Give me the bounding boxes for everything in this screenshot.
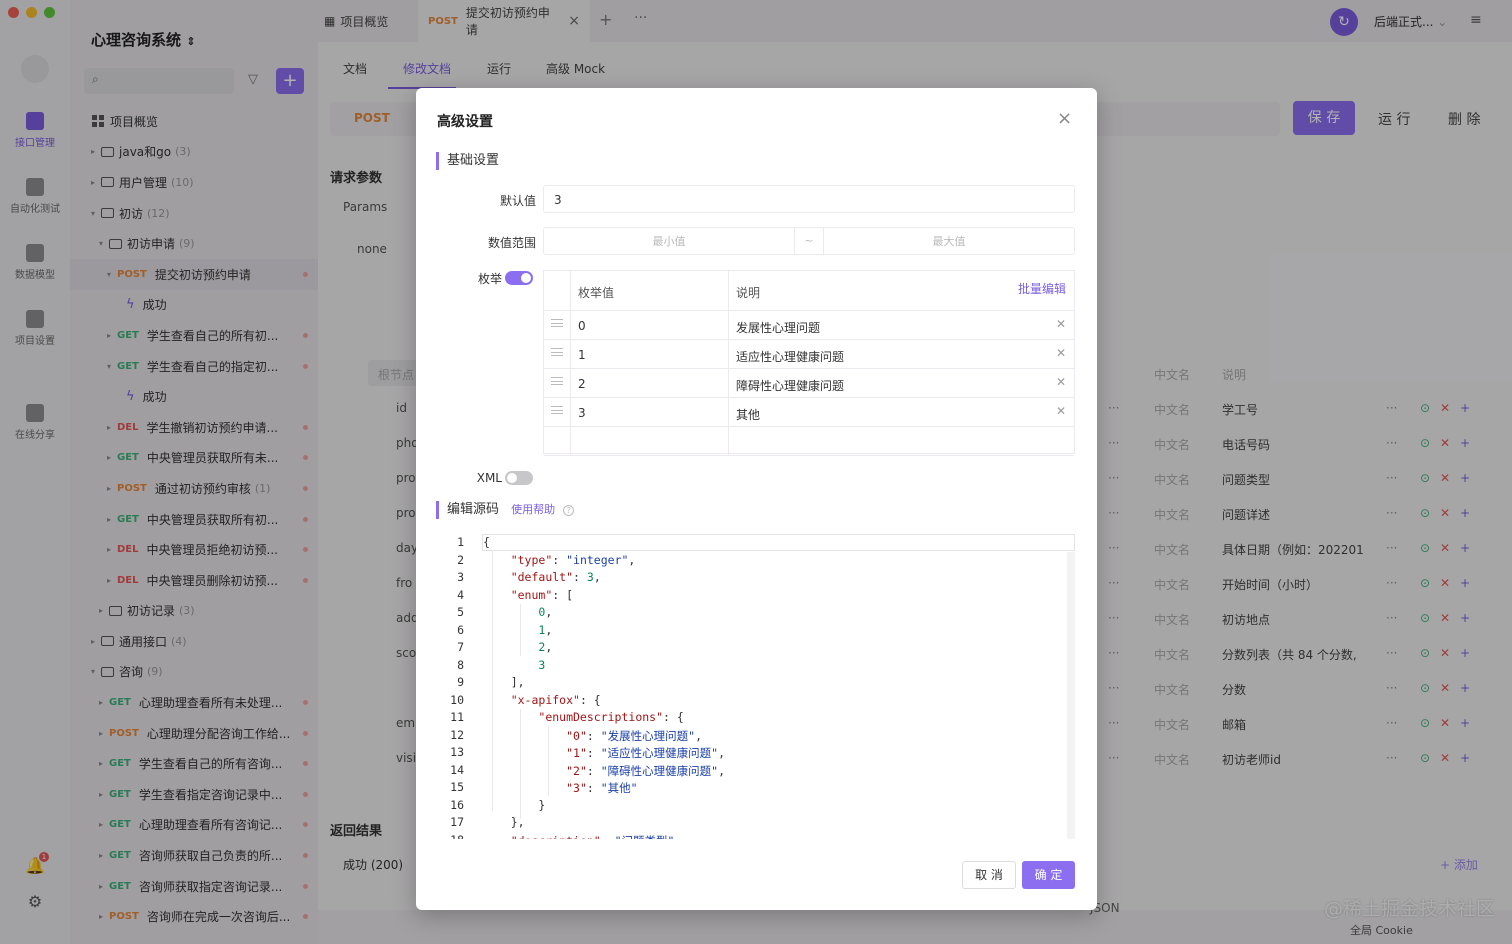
remove-enum-icon[interactable]: ✕ xyxy=(1056,375,1066,389)
code-line: }, xyxy=(483,815,525,829)
line-number: 5 xyxy=(457,605,464,619)
code-line: 2, xyxy=(538,640,553,654)
enum-row: 3 其他 ✕ xyxy=(544,398,1074,427)
code-line: "3": "其他" xyxy=(566,781,638,795)
xml-toggle[interactable] xyxy=(505,471,533,485)
enum-value-input[interactable]: 3 xyxy=(578,406,586,420)
line-number: 8 xyxy=(457,657,464,672)
max-value-input[interactable]: 最大值 xyxy=(824,233,1074,249)
column-header-value: 枚举值 xyxy=(578,286,615,300)
range-separator: ~ xyxy=(794,227,824,255)
enum-value-input[interactable]: 0 xyxy=(578,319,586,333)
code-line: 0, xyxy=(538,605,553,619)
code-line: "description": "问题类型" xyxy=(483,833,675,840)
source-code-editor[interactable]: 1 {2 "type": "integer", 3 "default": 3, 4 "… xyxy=(446,534,1075,839)
code-line: "2": "障碍性心理健康问题", xyxy=(566,763,726,778)
line-number: 6 xyxy=(457,622,464,637)
code-line: 1, xyxy=(538,622,553,637)
line-number: 2 xyxy=(457,552,464,567)
advanced-settings-dialog: 高级设置 × 基础设置 默认值 3 数值范围 最小值 ~ 最大值 枚举 枚举值 … xyxy=(416,88,1097,910)
code-line: ], xyxy=(483,675,525,689)
line-number: 14 xyxy=(450,762,464,777)
line-number: 11 xyxy=(450,710,464,724)
line-number: 15 xyxy=(450,780,464,794)
section-title: 基础设置 xyxy=(447,153,500,168)
close-icon[interactable]: × xyxy=(1057,108,1072,129)
range-label: 数值范围 xyxy=(487,236,536,250)
toggle-knob xyxy=(521,273,531,283)
enum-desc-input[interactable]: 障碍性心理健康问题 xyxy=(736,377,844,394)
code-line: "0": "发展性心理问题", xyxy=(566,728,703,743)
code-line: } xyxy=(483,797,546,812)
line-number: 4 xyxy=(457,587,464,602)
line-number: 7 xyxy=(457,640,464,654)
section-title: 编辑源码 xyxy=(447,502,500,517)
enum-label: 枚举 xyxy=(477,272,502,286)
enum-table: 枚举值 说明 批量编辑 0 发展性心理问题 ✕ 1 适应性心理健康问题 ✕ 2 障碍性心理健康… xyxy=(543,270,1075,456)
line-number: 12 xyxy=(450,727,464,742)
code-line: 3 xyxy=(538,657,546,672)
toggle-knob xyxy=(507,473,517,483)
editor-scrollbar[interactable] xyxy=(1067,552,1075,839)
line-number: 10 xyxy=(450,692,464,707)
range-inputs: 最小值 ~ 最大值 xyxy=(543,227,1075,255)
enum-toggle[interactable] xyxy=(505,271,533,285)
enum-value-input[interactable]: 1 xyxy=(578,348,586,362)
line-number: 9 xyxy=(457,675,464,689)
drag-handle-icon[interactable] xyxy=(551,319,563,327)
question-icon: ? xyxy=(563,505,575,516)
code-line: "default": 3, xyxy=(510,570,601,584)
column-header-desc: 说明 xyxy=(736,286,761,300)
xml-label: XML xyxy=(476,471,502,485)
code-line: "type": "integer", xyxy=(510,552,636,567)
enum-row-empty[interactable] xyxy=(544,427,1074,456)
line-number: 17 xyxy=(450,815,464,829)
code-line: "x-apifox": { xyxy=(510,692,601,707)
line-number: 18 xyxy=(446,833,464,840)
default-value-label: 默认值 xyxy=(499,194,536,208)
enum-desc-input[interactable]: 发展性心理问题 xyxy=(736,319,820,336)
edit-source-section: 编辑源码 使用帮助 ? xyxy=(436,501,575,519)
enum-value-input[interactable]: 2 xyxy=(578,377,586,391)
line-number: 13 xyxy=(450,745,464,759)
enum-desc-input[interactable]: 适应性心理健康问题 xyxy=(736,348,844,365)
help-link[interactable]: 使用帮助 xyxy=(511,503,555,516)
line-number: 1 xyxy=(457,535,464,549)
drag-handle-icon[interactable] xyxy=(551,406,563,414)
remove-enum-icon[interactable]: ✕ xyxy=(1056,317,1066,331)
line-number: 3 xyxy=(457,570,464,584)
enum-row: 0 发展性心理问题 ✕ xyxy=(544,311,1074,340)
confirm-button[interactable]: 确 定 xyxy=(1022,861,1075,889)
code-line: "enumDescriptions": { xyxy=(538,710,684,724)
dialog-title: 高级设置 xyxy=(437,114,493,130)
min-value-input[interactable]: 最小值 xyxy=(544,233,794,249)
code-line: "1": "适应性心理健康问题", xyxy=(566,746,726,760)
enum-row: 2 障碍性心理健康问题 ✕ xyxy=(544,369,1074,398)
default-value-input[interactable]: 3 xyxy=(543,185,1075,213)
remove-enum-icon[interactable]: ✕ xyxy=(1056,346,1066,360)
active-line-highlight xyxy=(482,534,1075,551)
drag-handle-icon[interactable] xyxy=(551,377,563,385)
drag-handle-icon[interactable] xyxy=(551,348,563,356)
remove-enum-icon[interactable]: ✕ xyxy=(1056,404,1066,418)
enum-desc-input[interactable]: 其他 xyxy=(736,406,760,423)
enum-table-header: 枚举值 说明 批量编辑 xyxy=(544,271,1074,311)
line-number: 16 xyxy=(450,797,464,812)
batch-edit-link[interactable]: 批量编辑 xyxy=(1018,280,1066,297)
code-line: { xyxy=(483,535,490,549)
basic-settings-section: 基础设置 xyxy=(436,152,499,170)
code-line: "enum": [ xyxy=(510,587,574,602)
cancel-button[interactable]: 取 消 xyxy=(962,861,1016,889)
enum-row: 1 适应性心理健康问题 ✕ xyxy=(544,340,1074,369)
